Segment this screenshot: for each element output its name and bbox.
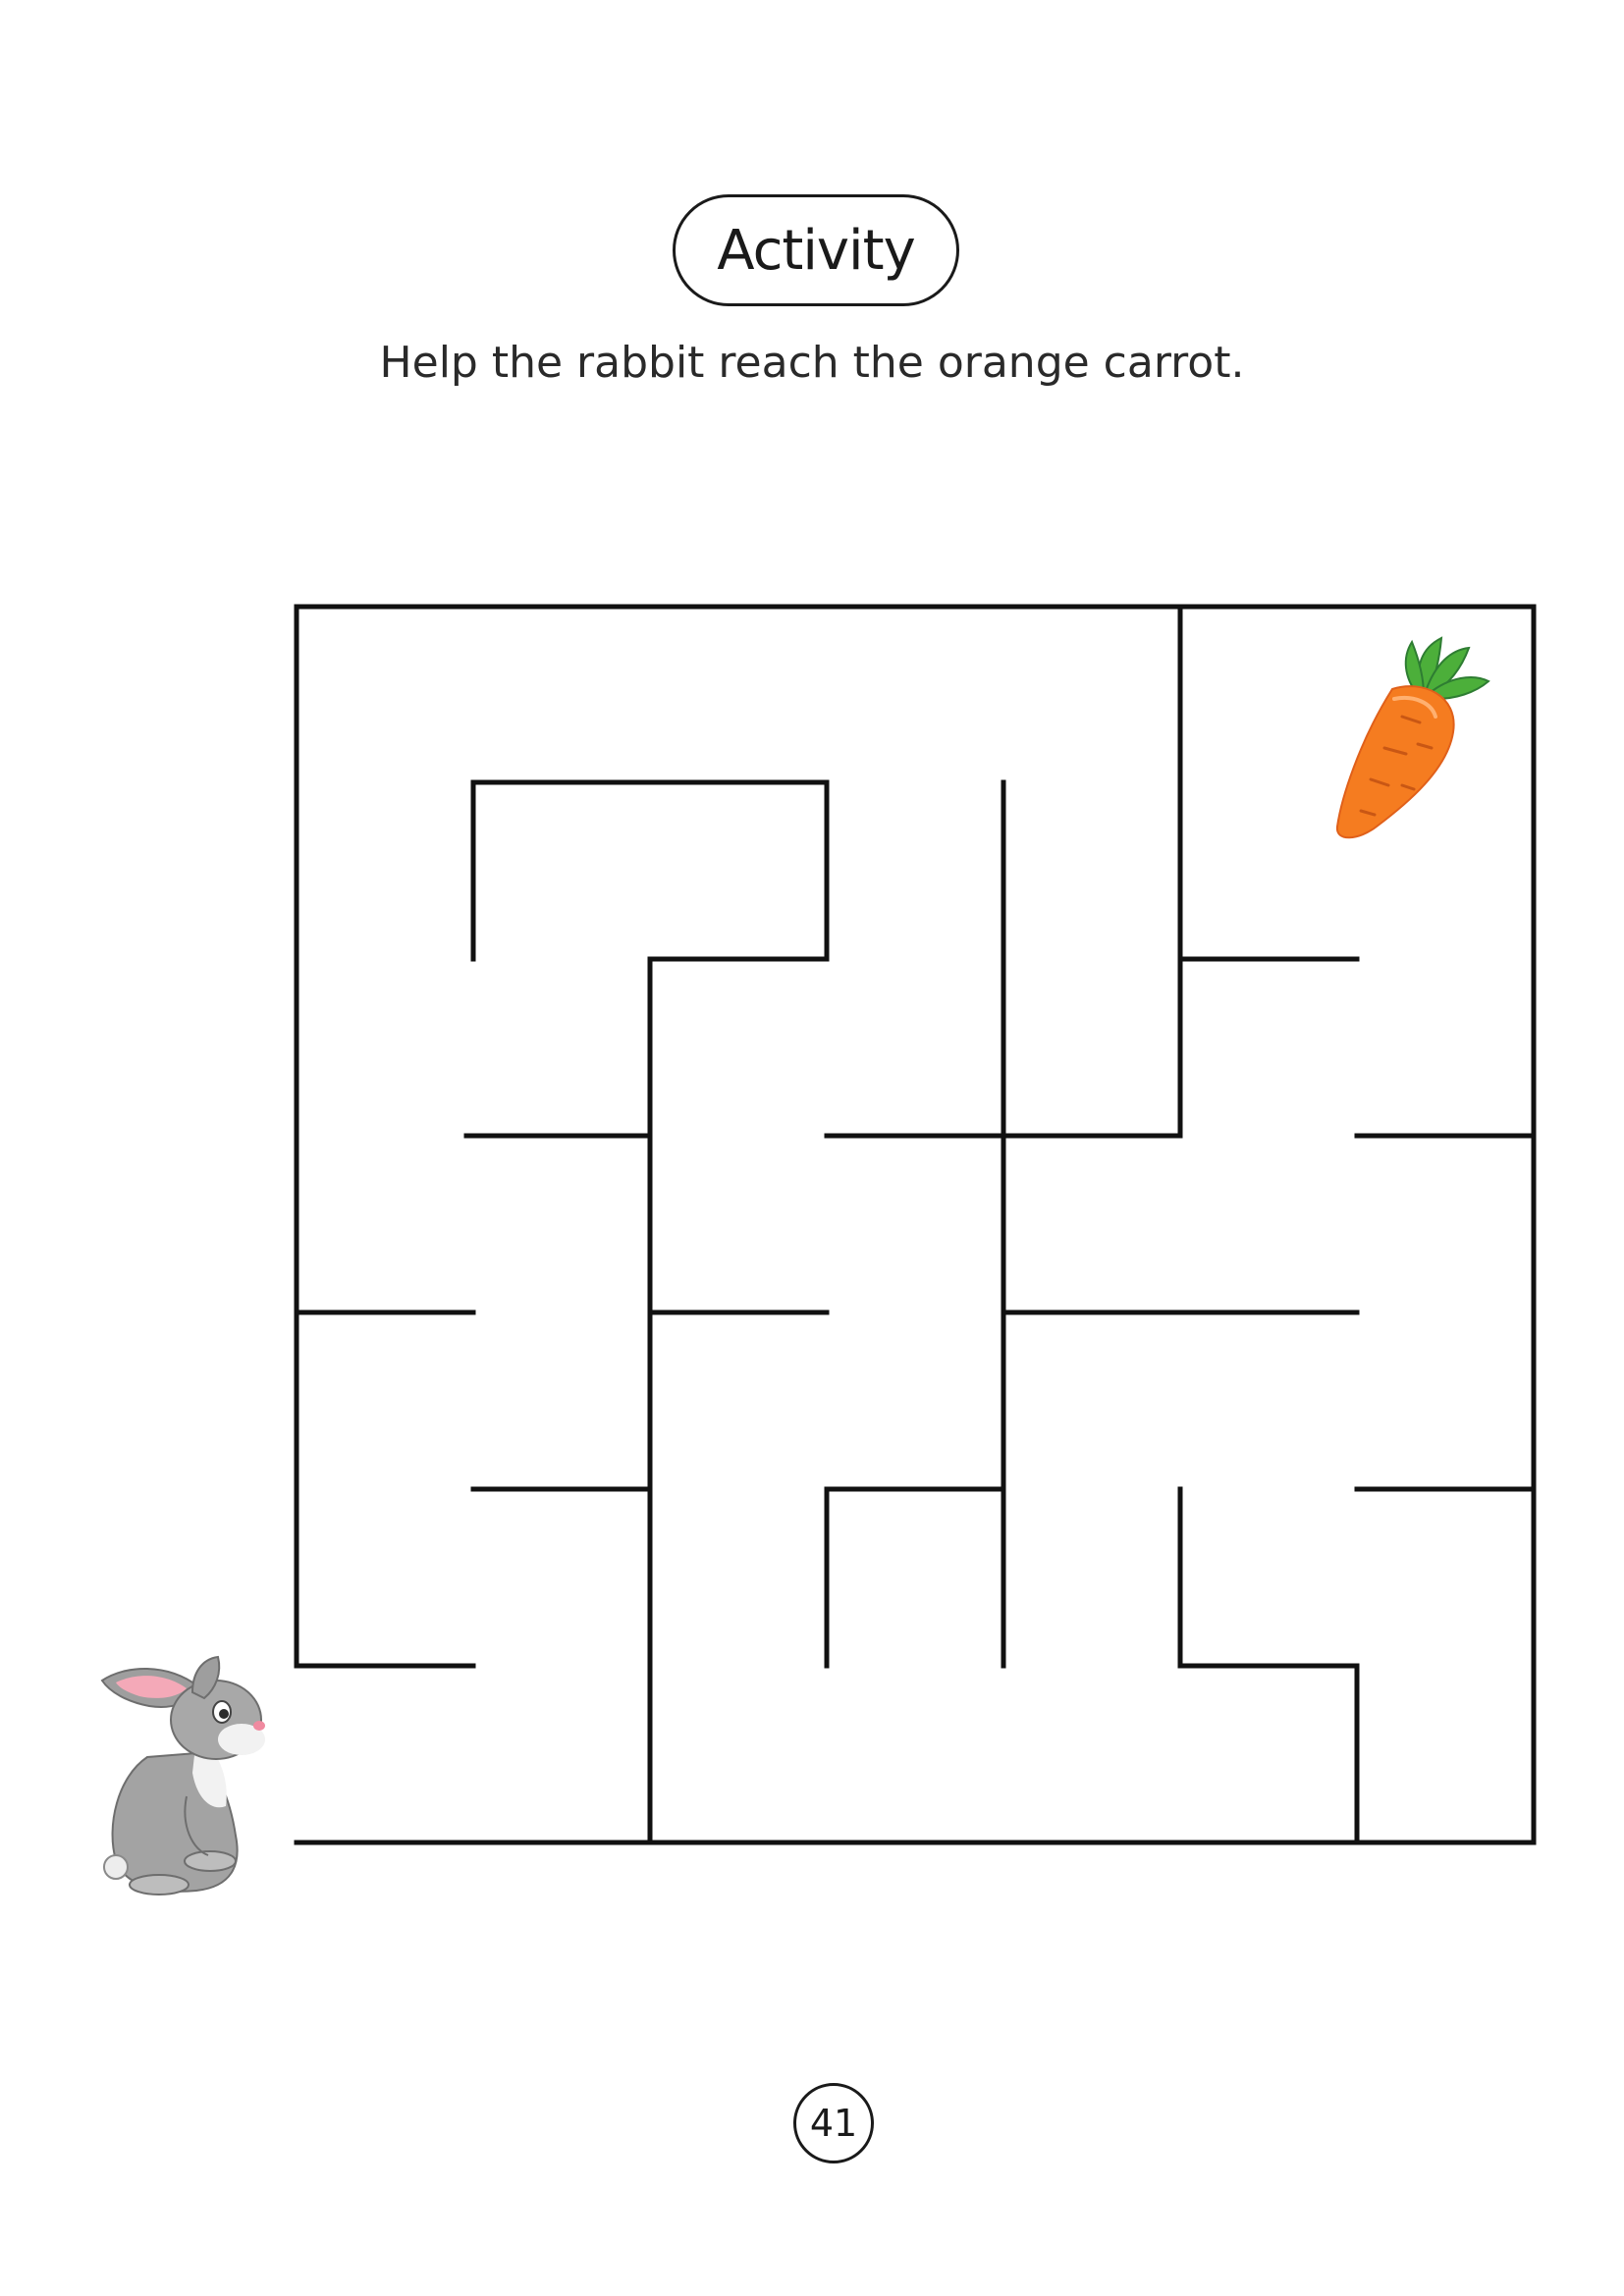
rabbit-icon	[100, 1655, 265, 1896]
maze-svg	[100, 604, 1537, 1896]
page-number-circle: 41	[793, 2083, 874, 2163]
carrot-icon	[1335, 636, 1490, 839]
maze-area	[0, 0, 1624, 2296]
page-number: 41	[809, 2102, 858, 2145]
